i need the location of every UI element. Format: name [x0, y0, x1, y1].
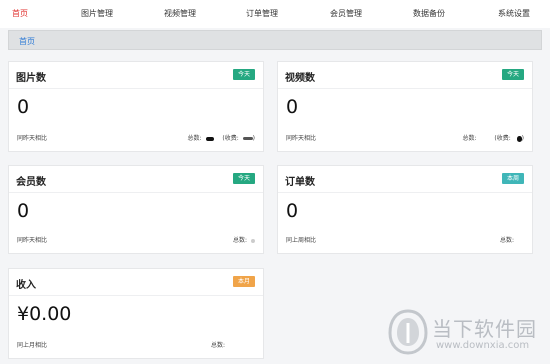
totals: 总数: [233, 235, 255, 244]
card-value: ¥0.00 [17, 303, 72, 325]
card-footer: 同昨天相比 总数: (收费: ) [17, 133, 255, 143]
period-badge: 今天 [232, 69, 255, 80]
extra-label: (收费: [494, 135, 511, 142]
breadcrumb: 首页 [8, 30, 542, 50]
stat-card-members: 会员数 今天 0 同昨天相比 总数: [8, 165, 264, 254]
nav-item-settings[interactable]: 系统设置 [498, 8, 530, 19]
card-title: 订单数 [285, 177, 315, 188]
card-footer: 同昨天相比 总数: [17, 235, 255, 245]
card-footer: 同上月相比 总数: [17, 340, 255, 350]
card-header: 图片数 今天 [9, 62, 263, 89]
watermark-logo-icon [388, 309, 428, 355]
period-badge: 今天 [232, 173, 255, 184]
total-label: 总数: [462, 135, 477, 142]
compare-label: 同昨天相比 [286, 135, 317, 142]
stat-card-videos: 视频数 今天 0 同昨天相比 总数: (收费: ) [277, 61, 533, 152]
totals: 总数: (收费: ) [462, 135, 524, 142]
card-title: 会员数 [16, 177, 46, 188]
watermark: 当下软件园 www.downxia.com [388, 309, 538, 357]
stat-card-images: 图片数 今天 0 同昨天相比 总数: (收费: ) [8, 61, 264, 152]
compare-label: 同上周相比 [286, 237, 317, 244]
card-footer: 同昨天相比 总数: (收费: ) [286, 133, 524, 143]
nav-item-videos[interactable]: 视频管理 [164, 8, 196, 19]
nav-item-backup[interactable]: 数据备份 [413, 8, 445, 19]
total-label: 总数: [210, 342, 225, 349]
card-value: 0 [17, 96, 30, 118]
extra-label: (收费: [222, 135, 239, 142]
compare-label: 同昨天相比 [17, 135, 48, 142]
nav-item-home[interactable]: 首页 [12, 8, 28, 19]
card-header: 订单数 本周 [278, 166, 532, 193]
nav-item-members[interactable]: 会员管理 [330, 8, 362, 19]
card-header: 会员数 今天 [9, 166, 263, 193]
card-header: 收入 本月 [9, 269, 263, 296]
nav-item-images[interactable]: 图片管理 [81, 8, 113, 19]
breadcrumb-home-link[interactable]: 首页 [19, 36, 35, 47]
watermark-name: 当下软件园 [432, 317, 537, 341]
card-value: 0 [17, 200, 30, 222]
compare-label: 同昨天相比 [17, 237, 48, 244]
card-value: 0 [286, 96, 299, 118]
compare-label: 同上月相比 [17, 342, 48, 349]
card-title: 图片数 [16, 73, 46, 84]
card-header: 视频数 今天 [278, 62, 532, 89]
totals: 总数: [500, 235, 514, 244]
stat-card-income: 收入 本月 ¥0.00 同上月相比 总数: [8, 268, 264, 359]
redacted-value [251, 238, 255, 243]
period-badge: 今天 [501, 69, 524, 80]
card-footer: 同上周相比 总数: [286, 235, 524, 245]
redacted-value [242, 137, 253, 140]
top-navigation: 首页 图片管理 视频管理 订单管理 会员管理 数据备份 系统设置 [0, 0, 550, 28]
total-label: 总数: [233, 237, 248, 244]
nav-item-orders[interactable]: 订单管理 [246, 8, 278, 19]
card-title: 收入 [16, 280, 36, 291]
card-title: 视频数 [285, 73, 315, 84]
total-label: 总数: [187, 135, 202, 142]
card-value: 0 [286, 200, 299, 222]
period-badge: 本周 [501, 173, 524, 184]
total-label: 总数: [499, 237, 514, 244]
period-badge: 本月 [232, 276, 255, 287]
watermark-url: www.downxia.com [436, 340, 530, 351]
redacted-value [206, 136, 215, 141]
stat-card-orders: 订单数 本周 0 同上周相比 总数: [277, 165, 533, 254]
totals: 总数: (收费: ) [187, 135, 255, 142]
totals: 总数: [211, 340, 225, 349]
